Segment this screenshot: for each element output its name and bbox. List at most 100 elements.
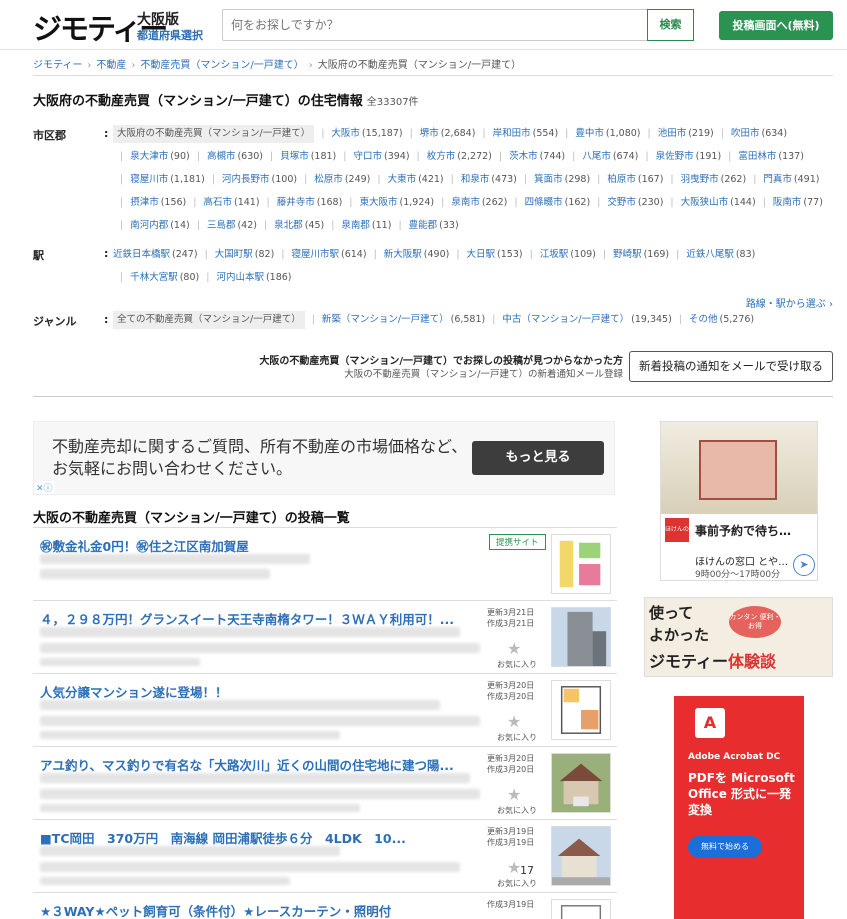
listing-description xyxy=(40,804,360,812)
genre-option[interactable]: 新築（マンション/一戸建て）(6,581) xyxy=(305,308,485,331)
city-option[interactable]: 摂津市(156) xyxy=(113,191,186,214)
side-ad-insurance[interactable]: ほけんの窓口 事前予約で待ち… ほけんの窓口 とや… 9時00分〜17時00分 … xyxy=(660,421,818,581)
floorplan-thumbnail[interactable] xyxy=(551,899,611,919)
ad-cta-button[interactable]: 無料で始める xyxy=(688,836,762,858)
ad-more-button[interactable]: もっと見る xyxy=(472,441,604,475)
station-option[interactable]: 近鉄八尾駅(83) xyxy=(669,243,755,266)
station-option[interactable]: 河内山本駅(186) xyxy=(199,266,291,289)
city-option[interactable]: 泉大津市(90) xyxy=(113,145,190,168)
listing-dates: 作成3月19日 xyxy=(487,899,534,910)
tower-thumbnail[interactable] xyxy=(551,607,611,667)
floorplan-thumbnail[interactable] xyxy=(551,534,611,594)
genre-option[interactable]: 全ての不動産売買（マンション/一戸建て） xyxy=(113,311,305,329)
station-option[interactable]: 寝屋川市駅(614) xyxy=(274,243,367,266)
city-option-count: (191) xyxy=(695,151,722,162)
directions-icon[interactable]: ➤ xyxy=(793,554,815,576)
city-option[interactable]: 泉北郡(45) xyxy=(257,214,324,237)
listing-title[interactable]: ■TC岡田 370万円 南海線 岡田浦駅徒歩６分 4LDK 10... xyxy=(40,828,470,847)
listing-description xyxy=(40,627,460,637)
breadcrumb-home[interactable]: ジモティー xyxy=(33,60,82,71)
side-ad-testimonial[interactable]: 使って よかった カンタン 便利・お得 ジモティー体験談 xyxy=(644,597,833,677)
listing-title[interactable]: ★３WAY★ペット飼育可（条件付）★レースカーテン・照明付 xyxy=(40,901,470,919)
house-thumbnail[interactable] xyxy=(551,826,611,886)
station-option[interactable]: 大国町駅(82) xyxy=(198,243,275,266)
station-option[interactable]: 江坂駅(109) xyxy=(523,243,596,266)
favorite-star-icon[interactable]: ★ xyxy=(507,639,521,658)
city-option[interactable]: 岸和田市(554) xyxy=(475,122,559,145)
city-option-label: 泉佐野市 xyxy=(655,151,694,162)
city-option[interactable]: 大阪府の不動産売買（マンション/一戸建て） xyxy=(113,125,315,143)
listing-item[interactable]: ★３WAY★ペット飼育可（条件付）★レースカーテン・照明付 作成3月19日 xyxy=(33,893,617,919)
city-option[interactable]: 河内長野市(100) xyxy=(205,168,297,191)
city-option[interactable]: 富田林市(137) xyxy=(721,145,804,168)
city-option[interactable]: 泉南市(262) xyxy=(434,191,507,214)
city-option[interactable]: 門真市(491) xyxy=(746,168,819,191)
house-thumbnail[interactable] xyxy=(551,753,611,813)
city-option-label: 高石市 xyxy=(203,197,232,208)
listing-item[interactable]: アユ釣り、マス釣りで有名な「大路次川」近くの山間の住宅地に建つ陽... 更新3月… xyxy=(33,747,617,820)
listing-title[interactable]: アユ釣り、マス釣りで有名な「大路次川」近くの山間の住宅地に建つ陽... xyxy=(40,755,470,774)
listing-item[interactable]: ■TC岡田 370万円 南海線 岡田浦駅徒歩６分 4LDK 10... 更新3月… xyxy=(33,820,617,893)
genre-option[interactable]: 中古（マンション/一戸建て）(19,345) xyxy=(485,308,671,331)
search-input[interactable] xyxy=(222,9,648,41)
genre-option[interactable]: その他(5,276) xyxy=(672,308,754,331)
city-option[interactable]: 大阪狭山市(144) xyxy=(663,191,756,214)
city-option[interactable]: 柏原市(167) xyxy=(590,168,663,191)
city-option[interactable]: 大東市(421) xyxy=(370,168,444,191)
favorite-star-icon[interactable]: ★ xyxy=(507,785,521,804)
city-option[interactable]: 箕面市(298) xyxy=(517,168,590,191)
station-option-count: (614) xyxy=(341,249,367,260)
station-option[interactable]: 大日駅(153) xyxy=(449,243,523,266)
city-option[interactable]: 吹田市(634) xyxy=(714,122,787,145)
post-button[interactable]: 投稿画面へ(無料) xyxy=(719,11,833,40)
city-option[interactable]: 守口市(394) xyxy=(336,145,409,168)
listing-title[interactable]: ㊗敷金礼金0円！㊗住之江区南加賀屋 xyxy=(40,536,470,555)
city-option[interactable]: 東大阪市(1,924) xyxy=(342,191,435,214)
listing-item[interactable]: ㊗敷金礼金0円！㊗住之江区南加賀屋 提携サイト xyxy=(33,528,617,601)
city-option[interactable]: 貝塚市(181) xyxy=(263,145,336,168)
city-option[interactable]: 寝屋川市(1,181) xyxy=(113,168,205,191)
city-option[interactable]: 藤井寺市(168) xyxy=(260,191,343,214)
city-option[interactable]: 高槻市(630) xyxy=(190,145,263,168)
city-option[interactable]: 池田市(219) xyxy=(641,122,714,145)
city-option[interactable]: 大阪市(15,187) xyxy=(314,122,402,145)
ad-banner[interactable]: 不動産売却に関するご質問、所有不動産の市場価格など、お気軽にお問い合わせください… xyxy=(33,421,615,495)
listing-dates: 更新3月20日 作成3月20日 xyxy=(487,680,534,702)
listing-title[interactable]: 人気分譲マンション遂に登場！！ xyxy=(40,682,470,701)
city-option[interactable]: 高石市(141) xyxy=(186,191,259,214)
station-option[interactable]: 千林大宮駅(80) xyxy=(113,266,199,289)
floorplan-thumbnail[interactable] xyxy=(551,680,611,740)
city-option[interactable]: 泉佐野市(191) xyxy=(638,145,722,168)
city-option[interactable]: 枚方市(2,272) xyxy=(410,145,492,168)
favorite-star-icon[interactable]: ★ xyxy=(507,712,521,731)
email-notify-button[interactable]: 新着投稿の通知をメールで受け取る xyxy=(629,351,833,382)
ad-choices-icon[interactable]: ✕ⓘ xyxy=(34,481,55,494)
city-option[interactable]: 豊能郡(33) xyxy=(391,214,459,237)
city-option[interactable]: 松原市(249) xyxy=(297,168,370,191)
listing-item[interactable]: 人気分譲マンション遂に登場！！ 更新3月20日 作成3月20日 ★ お気に入り xyxy=(33,674,617,747)
city-option[interactable]: 三島郡(42) xyxy=(190,214,257,237)
city-option[interactable]: 和泉市(473) xyxy=(444,168,517,191)
breadcrumb-realestate[interactable]: 不動産 xyxy=(96,60,126,71)
breadcrumb-sales[interactable]: 不動産売買（マンション/一戸建て） xyxy=(140,60,303,71)
city-option[interactable]: 茨木市(744) xyxy=(492,145,565,168)
city-option[interactable]: 南河内郡(14) xyxy=(113,214,190,237)
city-option[interactable]: 四條畷市(162) xyxy=(507,191,591,214)
station-option[interactable]: 近鉄日本橋駅 (247) xyxy=(113,243,198,266)
search-button[interactable]: 検索 xyxy=(647,9,694,41)
city-option[interactable]: 交野市(230) xyxy=(590,191,663,214)
station-option[interactable]: 新大阪駅(490) xyxy=(367,243,450,266)
city-option[interactable]: 豊中市(1,080) xyxy=(558,122,640,145)
listing-title[interactable]: ４，２９８万円！グランスイート天王寺南楕タワー！３ＷＡＹ利用可！... xyxy=(40,609,470,628)
city-option[interactable]: 羽曳野市(262) xyxy=(663,168,747,191)
city-filter-list: 大阪府の不動産売買（マンション/一戸建て）大阪市(15,187)堺市(2,684… xyxy=(113,122,833,237)
listing-item[interactable]: ４，２９８万円！グランスイート天王寺南楕タワー！３ＷＡＹ利用可！... 更新3月… xyxy=(33,601,617,674)
station-option-label: 近鉄八尾駅 xyxy=(686,249,734,260)
city-option[interactable]: 阪南市(77) xyxy=(756,191,823,214)
city-option[interactable]: 泉南郡(11) xyxy=(324,214,391,237)
side-ad-acrobat[interactable]: A Adobe Acrobat DC PDFを Microsoft Office… xyxy=(674,696,804,919)
city-option[interactable]: 堺市(2,684) xyxy=(403,122,476,145)
station-option[interactable]: 野崎駅(169) xyxy=(596,243,669,266)
prefecture-select-link[interactable]: 都道府県選択 xyxy=(137,27,203,43)
city-option[interactable]: 八尾市(674) xyxy=(565,145,638,168)
